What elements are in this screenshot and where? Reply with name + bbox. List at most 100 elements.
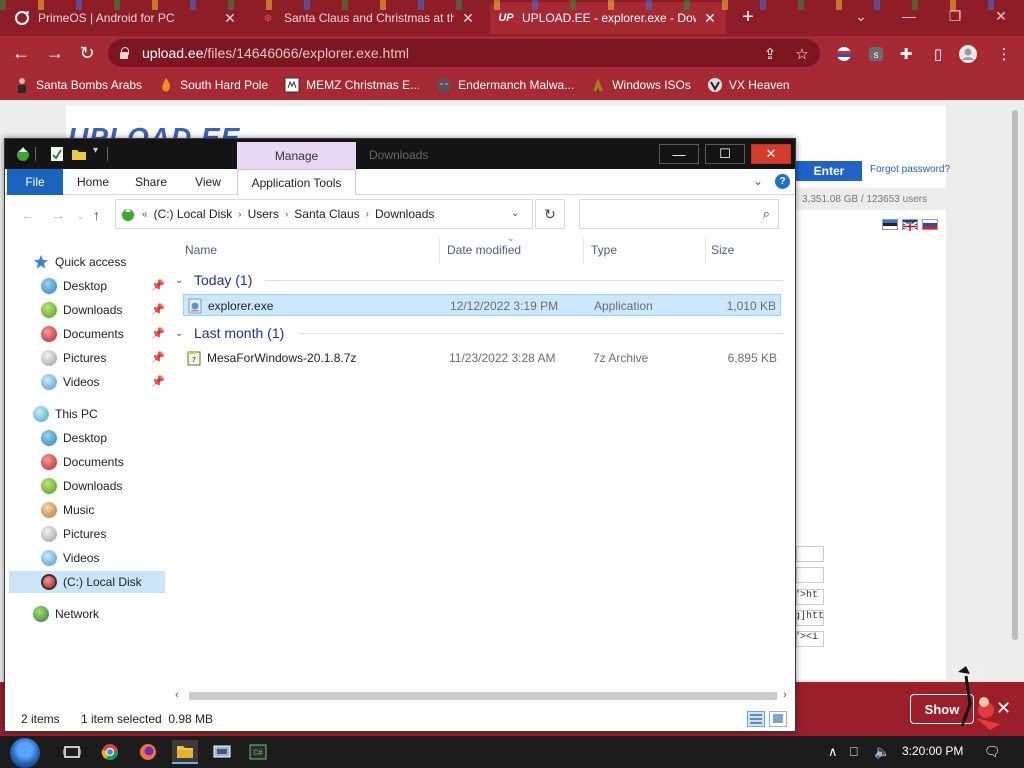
bookmark-endermanch-malware[interactable]: Endermanch Malwa... <box>436 77 574 93</box>
tab-file[interactable]: File <box>7 169 63 195</box>
nav-pc-local-disk[interactable]: (C:) Local Disk <box>9 571 165 593</box>
embed-code-field[interactable]: g]htt <box>796 610 824 626</box>
nav-pc-documents[interactable]: Documents <box>41 451 124 473</box>
forward-arrow-icon[interactable]: → <box>51 207 65 223</box>
russian-flag-icon[interactable] <box>922 219 938 230</box>
explorer-app-icon[interactable] <box>15 146 31 162</box>
column-header-date-modified[interactable]: Date modified <box>447 239 521 261</box>
bookmark-memz-christmas[interactable]: MEMZ Christmas E... <box>284 77 420 93</box>
side-panel-icon[interactable]: ▯ <box>928 44 948 64</box>
nav-network[interactable]: Network <box>33 603 99 625</box>
blank-field[interactable] <box>796 567 824 583</box>
menu-kebab-icon[interactable]: ⋮ <box>994 44 1014 64</box>
breadcrumb-santa-claus[interactable]: Santa Claus <box>294 207 359 221</box>
chrome-icon[interactable] <box>98 740 122 764</box>
nav-quick-downloads[interactable]: Downloads <box>41 299 122 321</box>
nav-quick-desktop[interactable]: Desktop <box>41 275 107 297</box>
share-icon[interactable]: ⇪ <box>760 44 780 64</box>
manage-context-tab-header[interactable]: Manage <box>237 142 356 169</box>
volume-icon[interactable]: 🔈 <box>874 744 890 760</box>
nav-quick-videos[interactable]: Videos <box>41 371 99 393</box>
minimize-icon[interactable]: — <box>659 144 699 164</box>
back-arrow-icon[interactable]: ← <box>8 40 34 66</box>
scrollbar-thumb[interactable] <box>189 692 777 700</box>
explorer-title-bar[interactable]: ▾ Manage Downloads — ☐ ✕ <box>5 139 795 169</box>
tab-application-tools[interactable]: Application Tools <box>237 169 356 195</box>
properties-icon[interactable] <box>49 146 65 162</box>
control-panel-icon[interactable] <box>210 740 234 764</box>
tab-search-chevron-icon[interactable]: ⌄ <box>838 0 884 32</box>
pin-icon[interactable]: 📌 <box>151 279 165 292</box>
up-arrow-icon[interactable]: ↑ <box>93 207 100 223</box>
scroll-right-icon[interactable]: › <box>783 689 787 701</box>
estonian-flag-icon[interactable] <box>882 219 898 230</box>
search-input[interactable]: ⌕ <box>579 199 779 229</box>
system-clock[interactable]: 3:20:00 PM <box>902 744 963 758</box>
action-center-icon[interactable]: 🗨 <box>984 744 1001 760</box>
nav-quick-documents[interactable]: Documents <box>41 323 124 345</box>
firefox-icon[interactable] <box>136 740 160 764</box>
details-view-icon[interactable] <box>747 711 765 727</box>
nav-quick-pictures[interactable]: Pictures <box>41 347 106 369</box>
column-divider[interactable] <box>439 237 440 263</box>
terminal-icon[interactable]: C# <box>246 740 270 764</box>
column-header-type[interactable]: Type <box>591 239 617 261</box>
breadcrumb-downloads[interactable]: Downloads <box>375 207 434 221</box>
help-icon[interactable]: ? <box>775 174 790 189</box>
breadcrumb-chevron-icon[interactable]: › <box>238 209 241 220</box>
group-header-last-month[interactable]: ⌄ Last month (1) <box>175 322 284 344</box>
breadcrumb-users[interactable]: Users <box>248 207 279 221</box>
column-header-name[interactable]: Name <box>185 239 217 261</box>
pin-icon[interactable]: 📌 <box>151 327 165 340</box>
group-header-today[interactable]: ⌄ Today (1) <box>175 269 252 291</box>
browser-tab-upload-ee[interactable]: UP UPLOAD.EE - explorer.exe - Down ✕ <box>490 2 726 34</box>
english-flag-icon[interactable] <box>902 219 918 232</box>
bookmark-star-icon[interactable]: ☆ <box>792 44 812 64</box>
extensions-puzzle-icon[interactable]: ✚ <box>896 44 916 64</box>
qat-dropdown-icon[interactable]: ▾ <box>93 145 98 156</box>
nav-pc-downloads[interactable]: Downloads <box>41 475 122 497</box>
embed-code-field[interactable]: "><i <box>796 631 824 647</box>
bookmark-vx-heaven[interactable]: VX Heaven <box>707 77 790 93</box>
file-row[interactable]: explorer.exe 12/12/2022 3:19 PM Applicat… <box>183 294 781 316</box>
new-tab-plus-icon[interactable]: + <box>738 6 758 28</box>
start-button[interactable] <box>10 738 40 768</box>
forgot-password-link[interactable]: Forgot password? <box>870 164 950 175</box>
back-arrow-icon[interactable]: ← <box>21 207 35 223</box>
bookmark-south-hard-pole[interactable]: South Hard Pole <box>158 77 268 93</box>
network-status-icon[interactable]: ⎕ <box>850 744 858 760</box>
tab-view[interactable]: View <box>181 169 235 195</box>
large-icons-view-icon[interactable] <box>769 711 787 727</box>
task-view-icon[interactable] <box>60 740 84 764</box>
nav-this-pc[interactable]: This PC <box>33 403 98 425</box>
tab-home[interactable]: Home <box>65 169 121 195</box>
tab-close-icon[interactable]: ✕ <box>460 10 476 27</box>
recent-locations-chevron-icon[interactable]: ⌄ <box>77 211 85 222</box>
nav-pc-music[interactable]: Music <box>41 499 94 521</box>
close-icon[interactable]: ✕ <box>751 144 791 164</box>
close-icon[interactable]: ✕ <box>978 0 1024 32</box>
lock-icon[interactable] <box>118 47 130 59</box>
minimize-icon[interactable]: — <box>886 0 932 32</box>
scroll-left-icon[interactable]: ‹ <box>175 689 179 701</box>
tab-close-icon[interactable]: ✕ <box>702 10 718 27</box>
pin-icon[interactable]: 📌 <box>151 351 165 364</box>
breadcrumb-chevron-icon[interactable]: › <box>366 209 369 220</box>
enter-button[interactable]: Enter <box>796 161 862 181</box>
restore-icon[interactable]: ❐ <box>932 0 978 32</box>
column-divider[interactable] <box>705 237 706 263</box>
forward-arrow-icon[interactable]: → <box>42 40 68 66</box>
address-omnibox[interactable]: upload.ee /files/14646066/explorer.exe.h… <box>108 39 820 67</box>
breadcrumb-local-disk[interactable]: (C:) Local Disk <box>154 207 233 221</box>
browser-tab-primeos[interactable]: PrimeOS | Android for PC ✕ <box>6 2 246 34</box>
show-hidden-icons-chevron-icon[interactable]: ∧ <box>828 744 838 760</box>
pin-icon[interactable]: 📌 <box>151 375 165 388</box>
blank-field[interactable] <box>796 546 824 562</box>
nav-pc-desktop[interactable]: Desktop <box>41 427 107 449</box>
bookmark-santa-bombs-arabs[interactable]: Santa Bombs Arabs <box>14 77 142 93</box>
nav-quick-access[interactable]: Quick access <box>33 251 126 273</box>
address-dropdown-icon[interactable]: ⌄ <box>511 208 519 219</box>
address-bar[interactable]: « (C:) Local Disk › Users › Santa Claus … <box>115 199 533 229</box>
scrollbar-thumb[interactable] <box>1012 110 1018 640</box>
column-header-size[interactable]: Size <box>711 239 734 261</box>
